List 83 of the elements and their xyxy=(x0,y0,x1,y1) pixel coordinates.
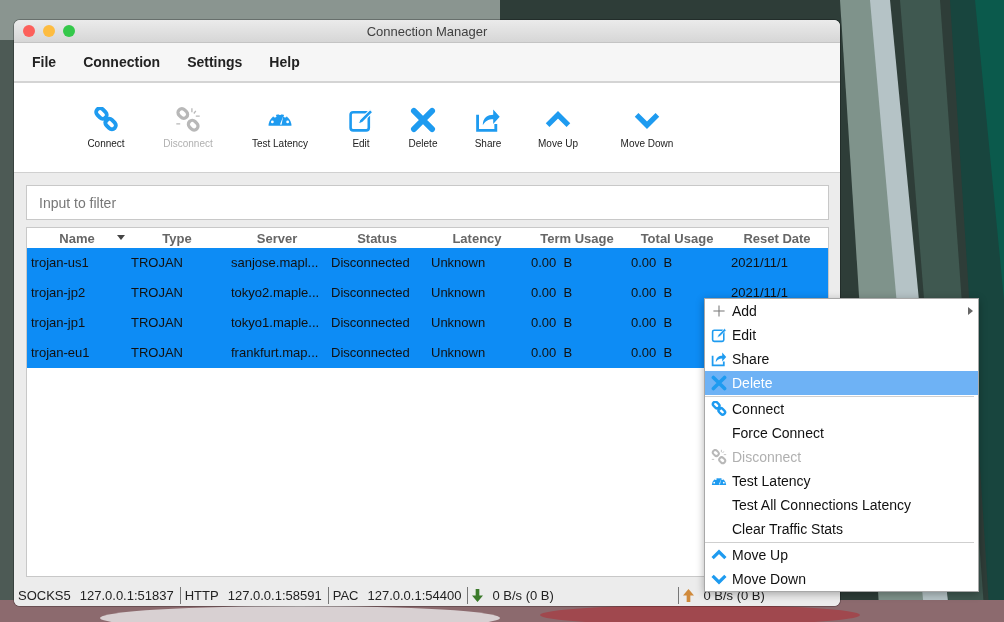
menu-item[interactable]: Settings xyxy=(179,50,251,74)
column-header[interactable]: Term Usage xyxy=(527,230,627,246)
status-label: HTTP xyxy=(184,587,219,603)
table-cell: 0.00 B xyxy=(631,284,673,300)
context-menu-item[interactable]: Force Connect xyxy=(705,421,978,445)
table-cell: 0.00 B xyxy=(531,344,573,360)
context-menu-item[interactable]: Connect xyxy=(705,397,978,421)
table-cell: Disconnected xyxy=(331,314,410,330)
menu-item[interactable]: Help xyxy=(261,50,308,74)
edit-icon xyxy=(710,327,727,343)
table-cell: 0.00 B xyxy=(631,254,673,270)
table-cell: frankfurt.map... xyxy=(231,344,319,360)
context-menu-item[interactable]: Move Down xyxy=(705,567,978,591)
share-icon xyxy=(710,351,727,367)
column-header[interactable]: Status xyxy=(327,230,427,246)
table-cell: Disconnected xyxy=(331,284,410,300)
toolbar-button[interactable]: Move Up xyxy=(531,106,585,149)
toolbar-button[interactable]: Delete xyxy=(396,106,450,149)
link-icon xyxy=(710,401,727,417)
context-menu-item[interactable]: Test Latency xyxy=(705,469,978,493)
toolbar-button[interactable]: Edit xyxy=(334,106,388,149)
upload-arrow-icon xyxy=(683,588,695,602)
table-cell: trojan-eu1 xyxy=(31,344,90,360)
download-arrow-icon xyxy=(472,588,484,602)
table-cell: tokyo2.maple... xyxy=(231,284,320,300)
table-cell: 0.00 B xyxy=(531,254,573,270)
table-cell: Unknown xyxy=(431,314,486,330)
table-cell: Unknown xyxy=(431,344,486,360)
broken-link-icon xyxy=(710,449,727,465)
table-cell: 2021/11/1 xyxy=(731,284,788,300)
column-header[interactable]: Latency xyxy=(427,230,527,246)
table-cell: 2021/11/1 xyxy=(731,254,788,270)
menu-item[interactable]: File xyxy=(24,50,65,74)
link-icon xyxy=(93,106,119,133)
table-cell: trojan-jp1 xyxy=(31,314,86,330)
status-label: SOCKS5 xyxy=(18,587,71,603)
table-cell: 0.00 B xyxy=(531,314,573,330)
minimize-button[interactable] xyxy=(43,25,55,37)
table-cell: TROJAN xyxy=(131,314,183,330)
toolbar-button[interactable]: Test Latency xyxy=(245,106,315,149)
toolbar-button[interactable]: Connect xyxy=(79,106,133,149)
column-header[interactable]: Total Usage xyxy=(627,230,727,246)
table-cell: 0.00 B xyxy=(531,284,573,300)
status-value: 127.0.0.1:58591 xyxy=(227,587,322,603)
table-cell: tokyo1.maple... xyxy=(231,314,320,330)
table-cell: trojan-us1 xyxy=(31,254,89,270)
table-cell: TROJAN xyxy=(131,254,183,270)
column-header[interactable]: Server xyxy=(227,230,327,246)
context-menu-item[interactable]: Move Up xyxy=(705,543,978,567)
table-cell: Disconnected xyxy=(331,344,410,360)
table-cell: Unknown xyxy=(431,254,486,270)
context-menu-item[interactable]: Clear Traffic Stats xyxy=(705,517,978,541)
table-row[interactable]: trojan-us1 TROJAN sanjose.mapl... Disconnected Unknown 0.00 B 0.00 B 2021/11/1 xyxy=(27,248,828,278)
delete-icon xyxy=(710,375,727,391)
status-value: 127.0.0.1:54400 xyxy=(367,587,462,603)
status-value: 127.0.0.1:51837 xyxy=(79,587,174,603)
table-cell: 0.00 B xyxy=(631,314,673,330)
window-title: Connection Manager xyxy=(366,23,488,39)
column-header[interactable]: Reset Date xyxy=(727,230,827,246)
table-cell: sanjose.mapl... xyxy=(231,254,319,270)
filter-field[interactable]: Input to filter xyxy=(26,185,829,220)
edit-icon xyxy=(348,106,374,133)
table-cell: Unknown xyxy=(431,284,486,300)
column-header[interactable]: Name xyxy=(27,230,127,246)
gauge-icon xyxy=(267,112,293,127)
table-cell: 0.00 B xyxy=(631,344,673,360)
status-value: 0 B/s (0 B) xyxy=(492,587,554,603)
status-label: PAC xyxy=(332,587,359,603)
gauge-icon xyxy=(710,476,727,486)
toolbar-button[interactable]: Share xyxy=(461,106,515,149)
table-cell: trojan-jp2 xyxy=(31,284,86,300)
broken-link-icon xyxy=(175,106,201,133)
delete-icon xyxy=(410,106,436,133)
zoom-button[interactable] xyxy=(63,25,75,37)
context-menu-item[interactable]: Test All Connections Latency xyxy=(705,493,978,517)
toolbar-button[interactable]: Move Down xyxy=(615,106,679,149)
table-cell: TROJAN xyxy=(131,284,183,300)
plus-icon xyxy=(710,303,727,319)
menu-item[interactable]: Connection xyxy=(75,50,169,74)
column-header[interactable]: Type xyxy=(127,230,227,246)
close-button[interactable] xyxy=(23,25,35,37)
table-cell: TROJAN xyxy=(131,344,183,360)
table-cell: Disconnected xyxy=(331,254,410,270)
